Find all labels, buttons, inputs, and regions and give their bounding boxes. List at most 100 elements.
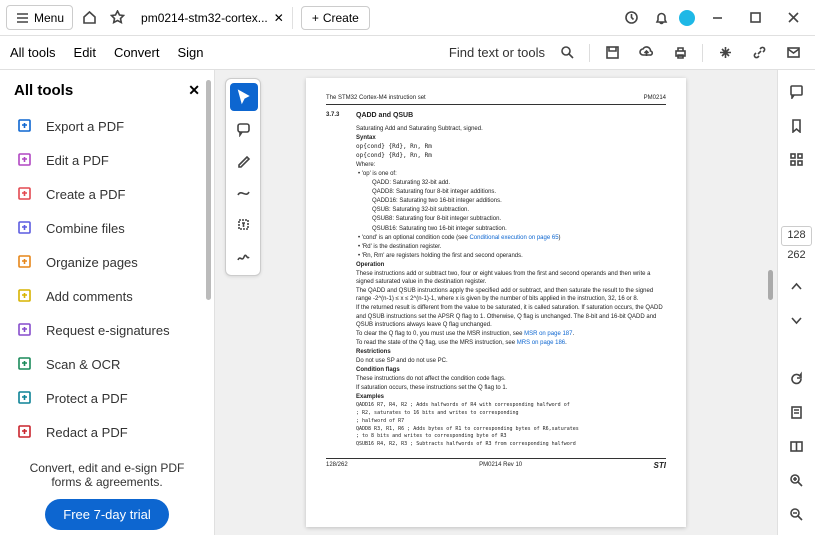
pdf-page: The STM32 Cortex-M4 instruction set PM021… — [306, 78, 686, 527]
search-icon — [560, 45, 575, 60]
page-header-left: The STM32 Cortex-M4 instruction set — [326, 94, 426, 102]
home-button[interactable] — [77, 6, 101, 30]
page-header-right: PM0214 — [644, 94, 666, 102]
notifications-button[interactable] — [649, 6, 673, 30]
sidebar-scrollbar[interactable] — [206, 80, 211, 300]
draw-icon — [236, 185, 252, 201]
grid-icon — [789, 152, 804, 167]
sidebar-item-8[interactable]: Protect a PDF — [0, 381, 214, 415]
read-mode-button[interactable] — [786, 435, 808, 457]
tool-icon — [16, 355, 34, 373]
bullet: • 'cond' is an optional condition code (… — [356, 234, 666, 242]
sidebar-item-4[interactable]: Organize pages — [0, 245, 214, 279]
print-icon — [673, 45, 688, 60]
para: Do not use SP and do not use PC. — [356, 357, 666, 365]
doc-link[interactable]: MSR on page 187 — [524, 331, 572, 337]
document-scrollbar[interactable] — [768, 270, 773, 300]
page-indicator: 128 262 — [781, 226, 811, 263]
sidebar-item-2[interactable]: Create a PDF — [0, 177, 214, 211]
section-number: 3.7.3 — [326, 111, 346, 120]
link-button[interactable] — [747, 41, 771, 65]
examples-heading: Examples — [356, 393, 666, 401]
tab-edit[interactable]: Edit — [74, 45, 96, 60]
search-button[interactable] — [555, 41, 579, 65]
cloud-button[interactable] — [634, 41, 658, 65]
para: If the returned result is different from… — [356, 304, 666, 328]
chevron-up-icon — [789, 279, 804, 294]
bookmarks-button[interactable] — [786, 114, 808, 136]
sidebar-item-6[interactable]: Request e-signatures — [0, 313, 214, 347]
save-icon — [605, 45, 620, 60]
restrictions-heading: Restrictions — [356, 348, 666, 356]
bullet: • 'Rn, Rm' are registers holding the fir… — [356, 252, 666, 260]
close-button[interactable] — [777, 4, 809, 32]
sign-tool[interactable] — [230, 243, 258, 271]
draw-tool[interactable] — [230, 179, 258, 207]
pen-icon — [236, 153, 252, 169]
save-button[interactable] — [600, 41, 624, 65]
cloud-icon — [639, 45, 654, 60]
chat-panel-button[interactable] — [786, 80, 808, 102]
zoom-in-button[interactable] — [786, 469, 808, 491]
home-icon — [82, 10, 97, 25]
email-button[interactable] — [781, 41, 805, 65]
document-tab[interactable]: pm0214-stm32-cortex...✕ — [133, 7, 293, 29]
trial-button[interactable]: Free 7-day trial — [45, 499, 168, 530]
separator — [589, 44, 590, 62]
plus-icon: + — [312, 11, 319, 25]
highlight-tool[interactable] — [230, 147, 258, 175]
tab-all-tools[interactable]: All tools — [10, 45, 56, 60]
condition-flags-heading: Condition flags — [356, 366, 666, 374]
print-button[interactable] — [668, 41, 692, 65]
close-tab-icon[interactable]: ✕ — [274, 11, 284, 25]
thumbnails-button[interactable] — [786, 148, 808, 170]
sidebar-close[interactable]: ✕ — [188, 82, 200, 99]
text: To read the state of the Q flag, use the… — [356, 340, 517, 346]
text-select-tool[interactable] — [230, 211, 258, 239]
menu-button[interactable]: Menu — [6, 5, 73, 30]
page-display-button[interactable] — [786, 401, 808, 423]
sidebar-item-label: Protect a PDF — [46, 391, 128, 406]
syntax-line: op{cond} {Rd}, Rn, Rm — [356, 143, 666, 151]
history-button[interactable] — [619, 6, 643, 30]
doc-link[interactable]: Conditional execution on page 65 — [469, 235, 558, 241]
sidebar-item-5[interactable]: Add comments — [0, 279, 214, 313]
doc-link[interactable]: MRS on page 186 — [517, 340, 565, 346]
example-line: QADD8 R3, R1, R6 ; Adds bytes of R1 to c… — [356, 426, 666, 433]
tool-icon — [16, 185, 34, 203]
tool-icon — [16, 423, 34, 441]
star-icon — [110, 10, 125, 25]
sidebar-item-label: Combine files — [46, 221, 125, 236]
para: The QADD and QSUB instructions apply the… — [356, 287, 666, 303]
maximize-button[interactable] — [739, 4, 771, 32]
avatar[interactable] — [679, 10, 695, 26]
page-down-button[interactable] — [786, 309, 808, 331]
ai-button[interactable] — [713, 41, 737, 65]
sidebar-item-3[interactable]: Combine files — [0, 211, 214, 245]
comment-tool[interactable] — [230, 115, 258, 143]
current-page-input[interactable]: 128 — [781, 226, 811, 245]
tab-sign[interactable]: Sign — [177, 45, 203, 60]
rotate-button[interactable] — [786, 367, 808, 389]
select-tool[interactable] — [230, 83, 258, 111]
clock-icon — [624, 10, 639, 25]
tab-convert[interactable]: Convert — [114, 45, 160, 60]
signature-icon — [236, 249, 252, 265]
page-up-button[interactable] — [786, 275, 808, 297]
sidebar-item-7[interactable]: Scan & OCR — [0, 347, 214, 381]
create-button[interactable]: +Create — [301, 6, 370, 30]
sidebar-item-9[interactable]: Redact a PDF — [0, 415, 214, 449]
minimize-button[interactable] — [701, 4, 733, 32]
star-button[interactable] — [105, 6, 129, 30]
zoom-out-button[interactable] — [786, 503, 808, 525]
chevron-down-icon — [789, 313, 804, 328]
cursor-icon — [236, 89, 252, 105]
sidebar-item-0[interactable]: Export a PDF — [0, 109, 214, 143]
para: If saturation occurs, these instructions… — [356, 384, 666, 392]
page-footer-center: PM0214 Rev 10 — [479, 461, 522, 472]
sidebar-item-label: Organize pages — [46, 255, 138, 270]
sidebar-item-label: Export a PDF — [46, 119, 124, 134]
sidebar-item-label: Scan & OCR — [46, 357, 120, 372]
hamburger-icon — [15, 10, 30, 25]
sidebar-item-1[interactable]: Edit a PDF — [0, 143, 214, 177]
